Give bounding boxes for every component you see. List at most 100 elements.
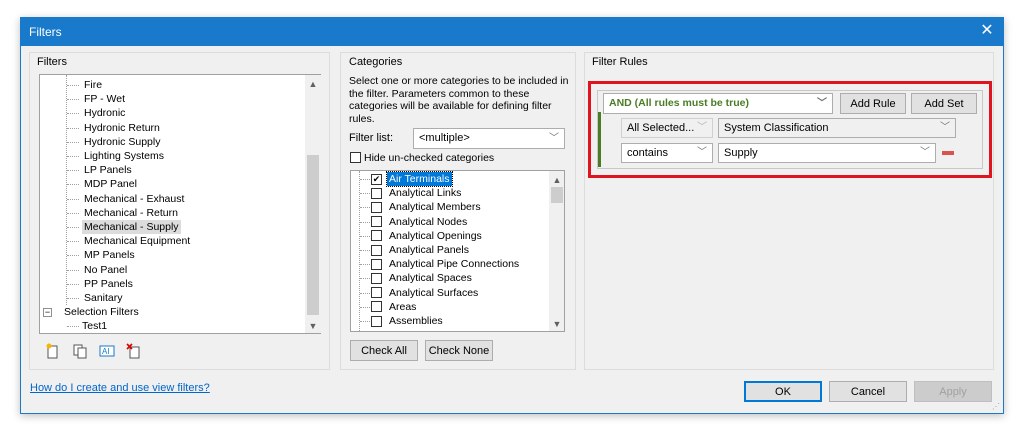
scroll-up-icon[interactable]: ▲ <box>549 173 564 187</box>
category-checkbox[interactable] <box>371 258 382 270</box>
category-item[interactable]: Analytical Openings <box>387 229 484 243</box>
categories-description: Select one or more categories to be incl… <box>349 75 569 125</box>
tree-item[interactable]: Mechanical - Return <box>82 206 180 220</box>
category-item[interactable]: Analytical Surfaces <box>387 286 480 300</box>
tree-connector-line <box>67 141 79 143</box>
list-connector-line <box>360 179 370 180</box>
categories-group-title: Categories <box>349 56 403 68</box>
collapse-icon[interactable]: − <box>43 308 52 318</box>
tree-item[interactable]: Mechanical Equipment <box>82 234 192 248</box>
category-checkbox[interactable] <box>371 301 382 313</box>
tree-item[interactable]: No Panel <box>82 263 129 277</box>
categories-scrollbar[interactable]: ▲ ▼ <box>549 171 564 331</box>
filter-rules-group-title: Filter Rules <box>592 56 648 68</box>
category-checkbox[interactable]: ✔ <box>371 173 382 185</box>
scroll-down-icon[interactable]: ▼ <box>305 319 321 333</box>
highlight-annotation <box>588 81 992 178</box>
list-connector-line <box>360 321 370 322</box>
list-connector-line <box>360 221 370 223</box>
tree-item-selection-filters[interactable]: Selection Filters <box>64 305 139 319</box>
tree-item[interactable]: Lighting Systems <box>82 149 166 163</box>
list-connector-line <box>360 292 370 294</box>
category-item[interactable]: Analytical Links <box>387 186 463 200</box>
help-link[interactable]: How do I create and use view filters? <box>30 382 210 394</box>
list-connector-line <box>360 193 370 195</box>
filters-tree-scrollbar[interactable]: ▲ ▼ <box>305 75 321 333</box>
list-connector-line <box>360 264 370 266</box>
list-connector-line <box>360 278 370 280</box>
scroll-down-icon[interactable]: ▼ <box>549 317 564 331</box>
filter-list-label: Filter list: <box>349 132 393 144</box>
svg-text:AI: AI <box>102 347 110 356</box>
category-item[interactable]: Analytical Spaces <box>387 271 474 285</box>
filters-group-title: Filters <box>37 56 67 68</box>
rename-icon[interactable]: AI <box>99 343 115 359</box>
list-connector-line <box>360 306 370 308</box>
list-connector-line <box>360 250 370 251</box>
hide-unchecked-checkbox[interactable] <box>350 152 361 163</box>
check-all-button[interactable]: Check All <box>350 340 418 361</box>
tree-item[interactable]: Hydronic Return <box>82 121 162 135</box>
tree-connector-line <box>67 127 79 129</box>
tree-item[interactable]: Hydronic Supply <box>82 135 162 149</box>
resize-grip-icon[interactable]: ⋰ <box>992 402 1002 412</box>
hide-unchecked-label: Hide un-checked categories <box>364 152 495 164</box>
category-item[interactable]: Analytical Pipe Connections <box>387 257 521 271</box>
filters-tree-scroll-thumb[interactable] <box>307 155 319 315</box>
category-checkbox[interactable] <box>371 272 382 284</box>
tree-connector-line <box>67 298 79 299</box>
tree-connector-line <box>67 283 79 285</box>
tree-item[interactable]: LP Panels <box>82 163 134 177</box>
category-item[interactable]: Air Terminals <box>386 171 453 187</box>
category-checkbox[interactable] <box>371 315 382 327</box>
tree-item[interactable]: MDP Panel <box>82 177 139 191</box>
tree-item[interactable]: PP Panels <box>82 277 135 291</box>
tree-item[interactable]: Fire <box>82 78 104 92</box>
close-icon[interactable]: ✕ <box>977 21 997 41</box>
category-item[interactable]: Analytical Nodes <box>387 215 469 229</box>
category-checkbox[interactable] <box>371 287 382 299</box>
categories-list[interactable]: ▲ ▼ ✔ Air Terminals Analytical Links Analyt… <box>350 170 565 332</box>
tree-connector-line <box>67 241 79 243</box>
ok-button[interactable]: OK <box>744 381 822 402</box>
tree-item[interactable]: Test1 <box>82 319 107 333</box>
tree-connector-line <box>67 198 79 200</box>
duplicate-icon[interactable] <box>72 343 88 359</box>
tree-item[interactable]: Mechanical - Exhaust <box>82 192 186 206</box>
apply-button[interactable]: Apply <box>914 381 992 402</box>
tree-connector-line <box>67 85 79 86</box>
filters-tree[interactable]: ▲ ▼ Fire FP - Wet Hydronic Hydronic Return H… <box>39 74 321 334</box>
categories-scroll-thumb[interactable] <box>551 187 563 203</box>
new-filter-icon[interactable] <box>45 343 61 359</box>
category-item[interactable]: Areas <box>387 300 418 314</box>
tree-connector-line <box>67 170 79 172</box>
tree-connector-line <box>67 227 79 228</box>
tree-item[interactable]: MP Panels <box>82 248 137 262</box>
category-item[interactable]: Analytical Members <box>387 200 483 214</box>
category-checkbox[interactable] <box>371 244 382 256</box>
tree-item[interactable]: Hydronic <box>82 106 127 120</box>
tree-connector-line <box>66 75 67 306</box>
list-connector-line <box>359 171 360 331</box>
tree-connector-line <box>67 269 79 271</box>
tree-connector-line <box>67 326 79 328</box>
category-item[interactable]: Assemblies <box>387 314 445 328</box>
category-checkbox[interactable] <box>371 230 382 242</box>
filter-list-dropdown[interactable]: <multiple> ﹀ <box>413 128 565 149</box>
check-none-button[interactable]: Check None <box>425 340 493 361</box>
category-checkbox[interactable] <box>371 216 382 228</box>
category-item[interactable]: Analytical Panels <box>387 243 471 257</box>
delete-icon[interactable] <box>126 343 142 359</box>
category-checkbox[interactable] <box>371 187 382 199</box>
title-bar[interactable]: Filters ✕ <box>21 18 1003 46</box>
filter-list-value: <multiple> <box>419 132 470 144</box>
chevron-down-icon: ﹀ <box>549 133 559 144</box>
tree-connector-line <box>67 113 79 115</box>
tree-item[interactable]: Mechanical - Supply <box>82 220 181 234</box>
scroll-up-icon[interactable]: ▲ <box>305 77 321 91</box>
category-checkbox[interactable] <box>371 201 382 213</box>
tree-item[interactable]: FP - Wet <box>82 92 127 106</box>
cancel-button[interactable]: Cancel <box>829 381 907 402</box>
tree-item[interactable]: Sanitary <box>82 291 125 305</box>
window-title: Filters <box>29 25 62 39</box>
